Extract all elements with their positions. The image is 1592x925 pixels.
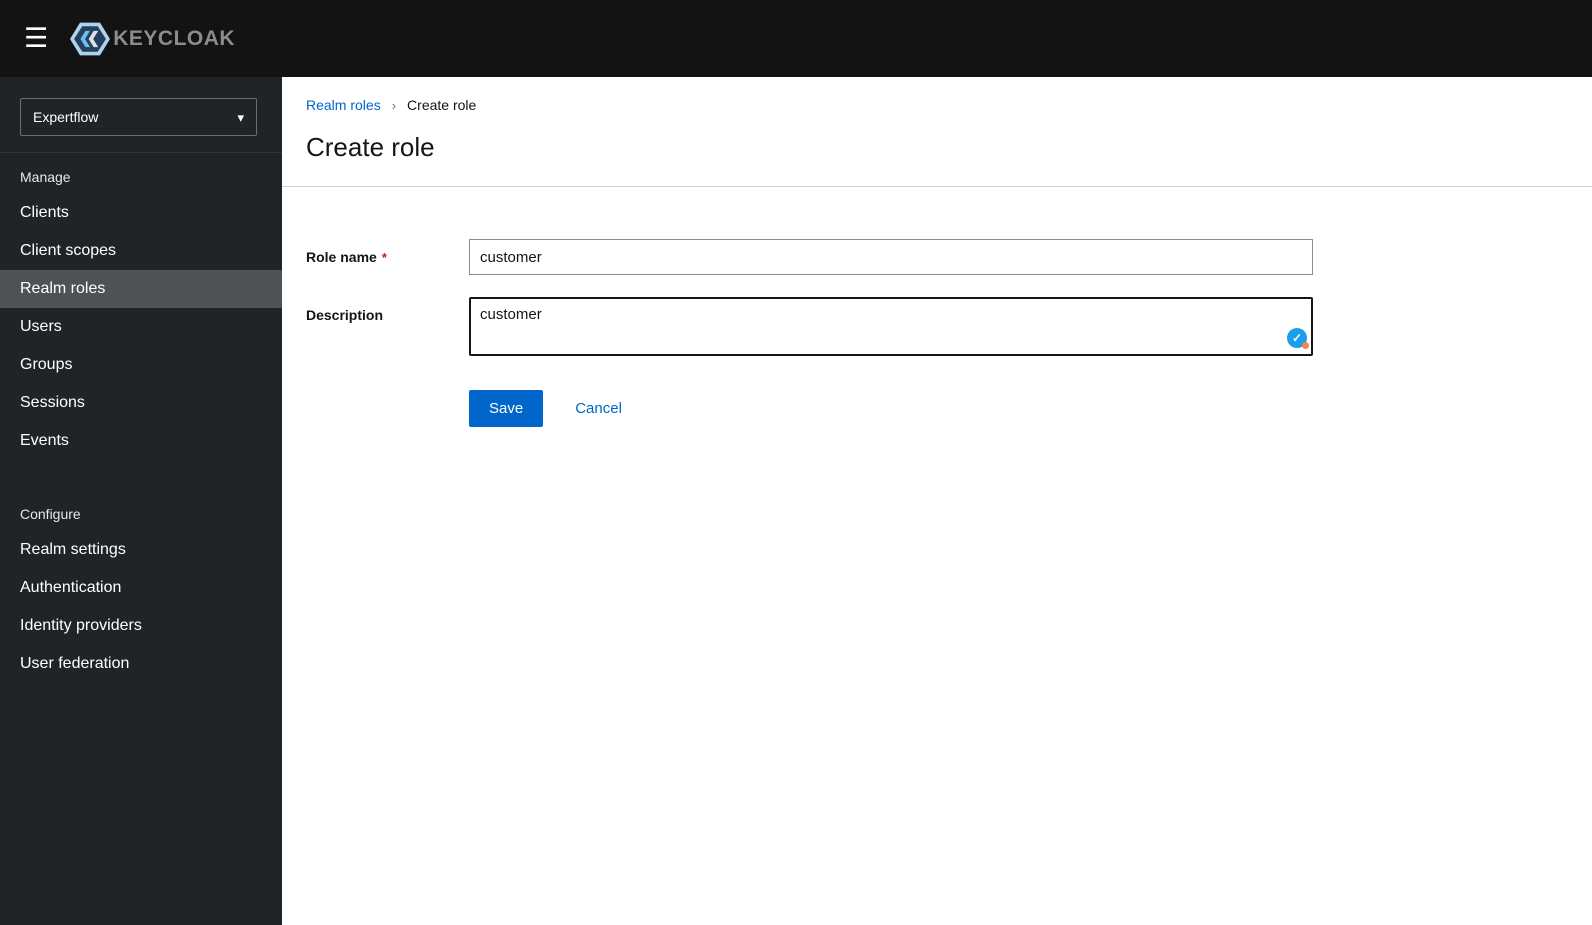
realm-selector[interactable]: Expertflow ▾ — [20, 98, 257, 136]
description-label: Description — [306, 307, 384, 323]
required-asterisk: * — [381, 250, 387, 265]
sidebar-item-realm-settings[interactable]: Realm settings — [0, 531, 282, 569]
sidebar-item-authentication[interactable]: Authentication — [0, 569, 282, 607]
role-name-row: Role name * — [306, 239, 1568, 275]
realm-selector-value: Expertflow — [33, 109, 99, 125]
brand[interactable]: KEYCLOAK — [70, 20, 235, 58]
page-header: Realm roles › Create role Create role — [282, 77, 1592, 187]
layout: Expertflow ▾ Manage Clients Client scope… — [0, 77, 1592, 925]
sidebar-item-events[interactable]: Events — [0, 422, 282, 460]
app-root: ☰ KEYCLOAK Expertflow ▾ Manage Clients C… — [0, 0, 1592, 925]
grammar-check-icon[interactable]: ✓ — [1287, 328, 1309, 349]
description-row: Description customer ✓ — [306, 297, 1568, 356]
role-name-input[interactable] — [469, 239, 1313, 275]
description-field-container: customer ✓ — [469, 297, 1313, 356]
nav-section-configure-title: Configure — [20, 506, 81, 522]
sidebar-item-identity-providers[interactable]: Identity providers — [0, 607, 282, 645]
breadcrumb: Realm roles › Create role — [306, 97, 1568, 113]
nav-section-manage-title: Manage — [20, 169, 71, 185]
sidebar-item-client-scopes[interactable]: Client scopes — [0, 232, 282, 270]
top-bar: ☰ KEYCLOAK — [0, 0, 1592, 77]
nav-section-configure: Configure Realm settings Authentication … — [0, 490, 282, 683]
breadcrumb-separator-icon: › — [391, 97, 397, 113]
hamburger-icon: ☰ — [24, 23, 49, 53]
role-name-label: Role name * — [306, 249, 387, 265]
cancel-link[interactable]: Cancel — [575, 400, 622, 417]
sidebar-nav: Manage Clients Client scopes Realm roles… — [0, 153, 282, 683]
sidebar-item-sessions[interactable]: Sessions — [0, 384, 282, 422]
main-content: Realm roles › Create role Create role Ro… — [282, 77, 1592, 925]
breadcrumb-current: Create role — [407, 97, 477, 113]
sidebar-item-user-federation[interactable]: User federation — [0, 645, 282, 683]
nav-section-manage: Manage Clients Client scopes Realm roles… — [0, 153, 282, 460]
sidebar-item-groups[interactable]: Groups — [0, 346, 282, 384]
breadcrumb-realm-roles-link[interactable]: Realm roles — [306, 97, 381, 113]
save-button[interactable]: Save — [469, 390, 544, 427]
page-title: Create role — [306, 132, 435, 162]
sidebar-item-realm-roles[interactable]: Realm roles — [0, 270, 282, 308]
form-actions: Save Cancel — [469, 390, 1568, 427]
sidebar-item-users[interactable]: Users — [0, 308, 282, 346]
chevron-down-icon: ▾ — [237, 109, 244, 125]
create-role-form: Role name* Description customer ✓ — [282, 187, 1592, 427]
brand-wordmark: KEYCLOAK — [113, 26, 236, 50]
description-textarea[interactable]: customer — [469, 297, 1313, 356]
sidebar-item-clients[interactable]: Clients — [0, 194, 282, 232]
hamburger-menu-button[interactable]: ☰ — [16, 21, 56, 56]
realm-selector-container: Expertflow ▾ — [0, 77, 282, 153]
keycloak-logo-icon — [70, 22, 111, 55]
sidebar: Expertflow ▾ Manage Clients Client scope… — [0, 77, 282, 925]
check-icon: ✓ — [1291, 331, 1303, 345]
